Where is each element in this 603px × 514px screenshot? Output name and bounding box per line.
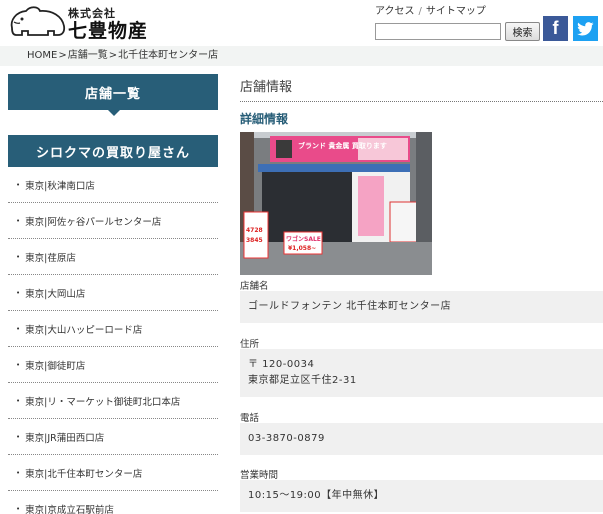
header-links: アクセス / サイトマップ — [375, 2, 486, 17]
bullet-icon: • — [16, 432, 21, 441]
store-photo-illustration: ブランド 貴金属 買取ります 4728 3845 ワゴンSALE ¥1,058~ — [240, 132, 432, 275]
phone-text: 03-3870-0879 — [248, 433, 325, 444]
photo-board-top: 4728 — [246, 227, 263, 234]
sidebar-item-label: 東京|JR蒲田西口店 — [25, 432, 105, 444]
phone-value: 03-3870-0879 — [240, 423, 603, 455]
sidebar-item[interactable]: • 東京|リ・マーケット御徒町北口本店 — [8, 383, 218, 419]
sidebar-item-label: 東京|大岡山店 — [25, 288, 86, 300]
bullet-icon: • — [16, 324, 21, 333]
sidebar-item-label: 東京|北千住本町センター店 — [25, 468, 143, 480]
store-name-text: ゴールドフォンテン 北千住本町センター店 — [248, 301, 452, 312]
sidebar-item-label: 東京|京成立石駅前店 — [25, 504, 114, 514]
sidebar-heading-store-list[interactable]: 店舗一覧 — [8, 74, 218, 116]
sidebar-item-label: 東京|阿佐ヶ谷パールセンター店 — [25, 216, 162, 228]
phone-label: 電話 — [240, 413, 260, 424]
polar-bear-logo-icon — [10, 6, 66, 36]
sidebar-item[interactable]: • 東京|大岡山店 — [8, 275, 218, 311]
bullet-icon: • — [16, 252, 21, 261]
sidebar-item[interactable]: • 東京|JR蒲田西口店 — [8, 419, 218, 455]
photo-board-mid: 3845 — [246, 237, 263, 244]
breadcrumb-separator: > — [58, 50, 67, 61]
bullet-icon: • — [16, 180, 21, 189]
breadcrumb-current: 北千住本町センター店 — [118, 50, 219, 61]
address-value: 〒 120-0034 東京都足立区千住2-31 — [240, 349, 603, 397]
hours-value: 10:15～19:00【年中無休】 — [240, 480, 603, 512]
twitter-button[interactable] — [573, 16, 598, 41]
sidebar-item[interactable]: • 東京|大山ハッピーロード店 — [8, 311, 218, 347]
photo-banner-text: ブランド 貴金属 買取ります — [298, 141, 387, 150]
store-name-label: 店舗名 — [240, 281, 269, 292]
breadcrumb: HOME>店舗一覧>北千住本町センター店 — [0, 46, 603, 66]
bullet-icon: • — [16, 396, 21, 405]
sidebar-item-label: 東京|御徒町店 — [25, 360, 86, 372]
hours-label: 営業時間 — [240, 470, 279, 481]
store-name-value: ゴールドフォンテン 北千住本町センター店 — [240, 291, 603, 323]
search-button[interactable]: 検索 — [505, 22, 540, 41]
detail-title: 詳細情報 — [240, 112, 289, 126]
sidebar-item-label: 東京|荏原店 — [25, 252, 76, 264]
breadcrumb-separator: > — [108, 50, 118, 61]
breadcrumb-home[interactable]: HOME — [27, 50, 57, 61]
photo-price: ¥1,058~ — [288, 245, 316, 252]
sidebar-item[interactable]: • 東京|阿佐ヶ谷パールセンター店 — [8, 203, 218, 239]
sidebar-heading-shirokuma: シロクマの買取り屋さん — [8, 135, 218, 167]
sidebar-item[interactable]: • 東京|北千住本町センター店 — [8, 455, 218, 491]
sidebar-item-label: 東京|リ・マーケット御徒町北口本店 — [25, 396, 181, 408]
store-photo: ブランド 貴金属 買取ります 4728 3845 ワゴンSALE ¥1,058~ — [240, 132, 432, 275]
section-title: 店舗情報 — [240, 76, 603, 102]
facebook-button[interactable]: f — [543, 16, 568, 41]
sidebar-item[interactable]: • 東京|京成立石駅前店 — [8, 491, 218, 514]
facebook-icon: f — [552, 18, 559, 38]
photo-wagon-sale: ワゴンSALE — [286, 235, 321, 243]
company-logo[interactable]: 株式会社 七豊物産 — [8, 4, 158, 42]
bullet-icon: • — [16, 504, 21, 513]
sidebar-item-label: 東京|大山ハッピーロード店 — [25, 324, 143, 336]
bullet-icon: • — [16, 468, 21, 477]
bullet-icon: • — [16, 216, 21, 225]
header-link-separator: / — [418, 6, 422, 17]
hours-text: 10:15～19:00【年中無休】 — [248, 490, 385, 501]
sidebar-store-list: • 東京|秋津南口店 • 東京|阿佐ヶ谷パールセンター店 • 東京|荏原店 • 東京|大… — [8, 167, 218, 514]
access-link[interactable]: アクセス — [375, 6, 415, 17]
twitter-icon — [577, 21, 594, 35]
search-input[interactable] — [375, 23, 501, 40]
breadcrumb-store-list[interactable]: 店舗一覧 — [68, 50, 108, 61]
sidebar-item[interactable]: • 東京|御徒町店 — [8, 347, 218, 383]
sitemap-link[interactable]: サイトマップ — [426, 6, 486, 17]
address-label: 住所 — [240, 339, 260, 350]
postal-code-text: 〒 120-0034 — [248, 359, 315, 370]
sidebar-item[interactable]: • 東京|秋津南口店 — [8, 167, 218, 203]
header: 株式会社 七豊物産 アクセス / サイトマップ 検索 f — [0, 0, 603, 46]
bullet-icon: • — [16, 288, 21, 297]
sidebar-item-label: 東京|秋津南口店 — [25, 180, 95, 192]
sidebar-item[interactable]: • 東京|荏原店 — [8, 239, 218, 275]
bullet-icon: • — [16, 360, 21, 369]
logo-company-name: 七豊物産 — [68, 20, 149, 42]
address-text: 東京都足立区千住2-31 — [248, 375, 357, 386]
